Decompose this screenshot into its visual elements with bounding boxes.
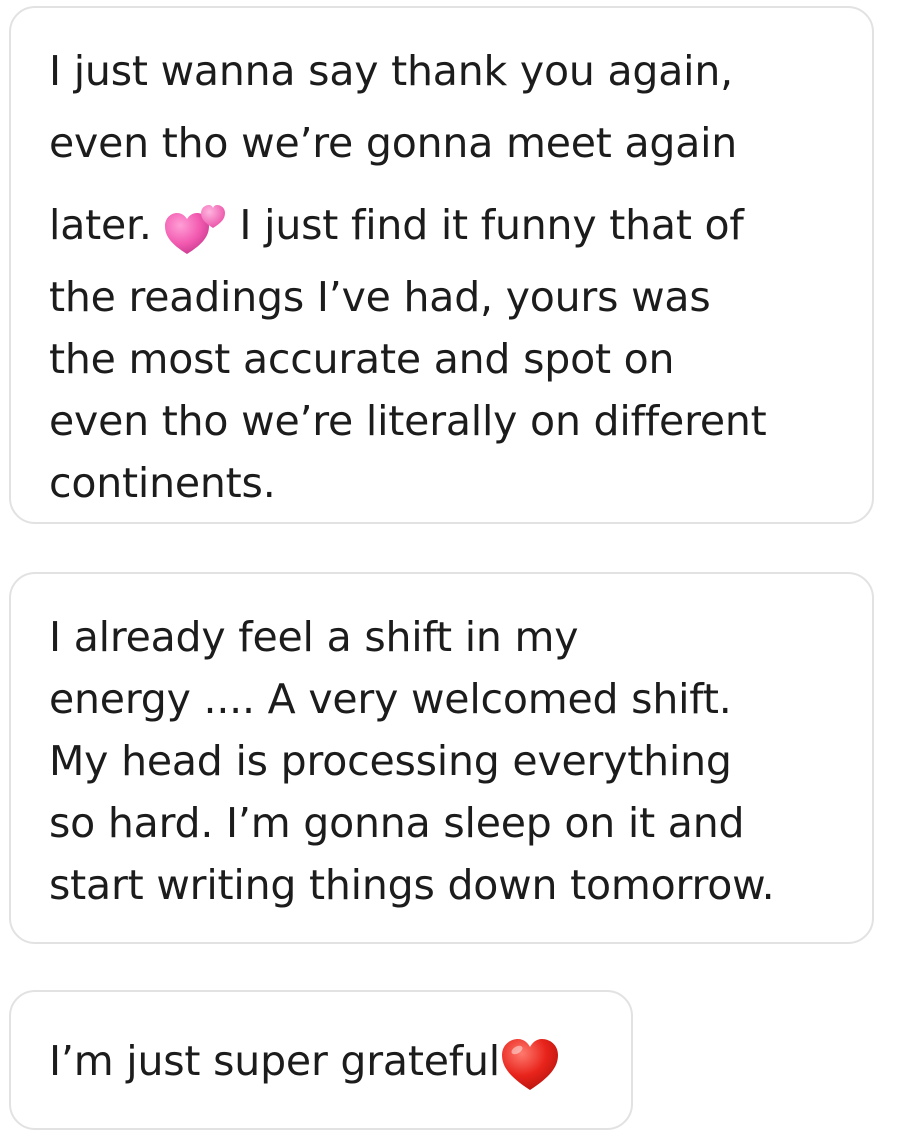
- red-heart-icon: [500, 1036, 560, 1092]
- two-hearts-icon: [164, 200, 227, 256]
- message-1-line-6: even tho we’re literally on different: [49, 397, 767, 445]
- message-1-line-4: the readings I’ve had, yours was: [49, 273, 711, 321]
- message-3-text: I’m just super grateful: [49, 1037, 500, 1085]
- message-1-line-2: even tho we’re gonna meet again: [49, 119, 738, 167]
- message-2-line-2: energy .... A very welcomed shift.: [49, 675, 732, 723]
- message-1-line-1: I just wanna say thank you again,: [49, 47, 733, 95]
- message-2-line-4: so hard. I’m gonna sleep on it and: [49, 799, 745, 847]
- message-2-line-3: My head is processing everything: [49, 737, 732, 785]
- message-1-line-3-before: later.: [49, 201, 165, 249]
- message-2-line-5: start writing things down tomorrow.: [49, 861, 775, 909]
- message-2-line-1: I already feel a shift in my: [49, 613, 579, 661]
- message-1-line-7: continents.: [49, 459, 276, 507]
- message-1-line-3-after: I just find it funny that of: [226, 201, 744, 249]
- message-3-line-1: I’m just super grateful: [49, 1030, 591, 1092]
- message-bubble-1[interactable]: I just wanna say thank you again, even t…: [9, 6, 874, 524]
- message-1-line-5: the most accurate and spot on: [49, 335, 675, 383]
- message-bubble-3[interactable]: I’m just super grateful: [9, 990, 633, 1130]
- message-1-line-3: later. I just find it funny that of: [49, 184, 832, 266]
- message-bubble-2[interactable]: I already feel a shift in my energy ....…: [9, 572, 874, 944]
